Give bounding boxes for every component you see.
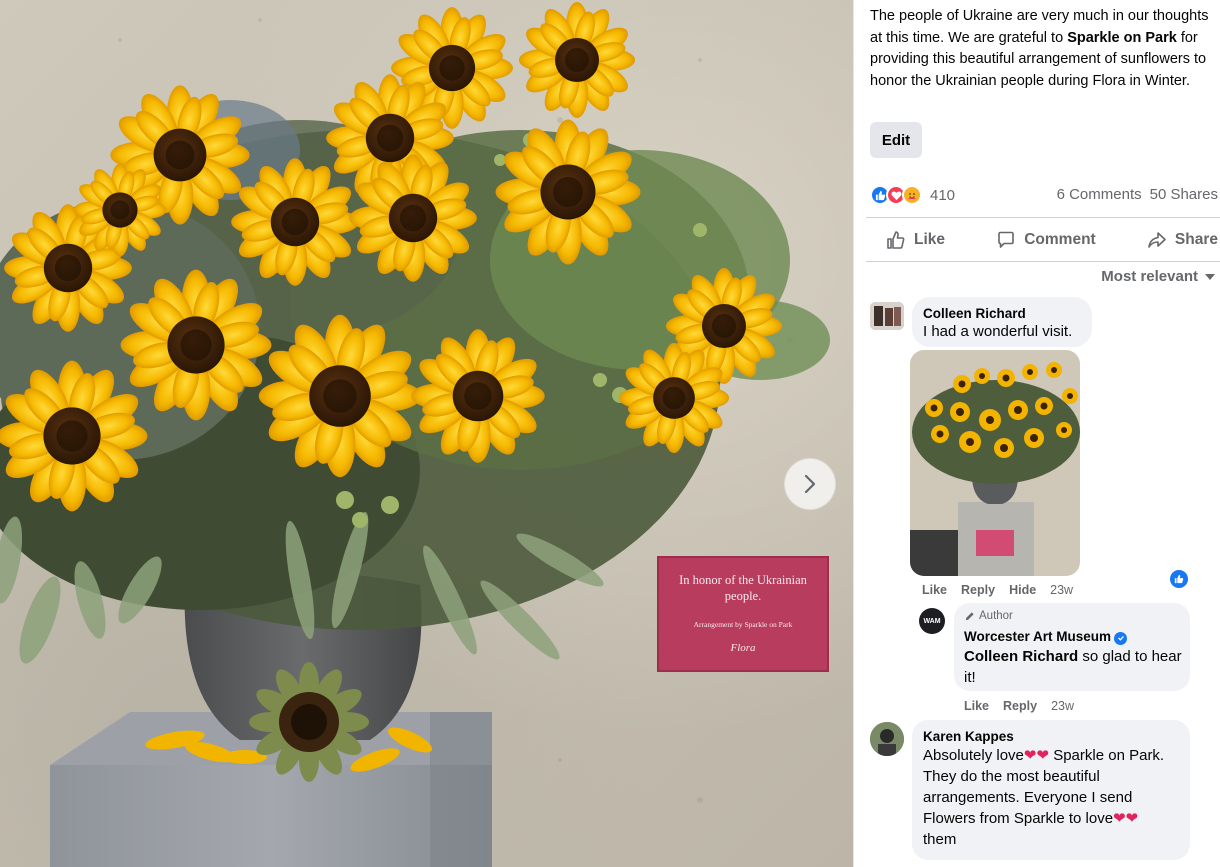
caret-down-icon — [1205, 273, 1215, 280]
reply-time[interactable]: 23w — [1051, 699, 1074, 713]
chevron-right-icon — [804, 474, 816, 494]
sunflower-arrangement-image — [0, 2, 830, 867]
comment-sort-dropdown[interactable]: Most relevant — [1101, 268, 1216, 285]
comment-bubble-icon — [998, 231, 1015, 248]
divider-top — [866, 217, 1220, 218]
comment-time[interactable]: 23w — [1050, 583, 1073, 597]
sign-line2: Arrangement by Sparkle on Park — [693, 620, 793, 629]
comment-like-link[interactable]: Like — [922, 583, 947, 597]
comment-photo[interactable] — [910, 350, 1080, 576]
share-arrow-icon — [1148, 232, 1166, 248]
reply-text: Colleen Richard so glad to hear it! — [964, 646, 1184, 688]
comment-bubble: Karen Kappes Absolutely love❤❤ Sparkle o… — [912, 720, 1190, 860]
next-photo-button[interactable] — [784, 458, 836, 510]
thumbs-up-icon — [887, 231, 905, 249]
commenter-name[interactable]: Karen Kappes — [923, 729, 1014, 744]
broken-heart-emoji-icon: ❤❤ — [1023, 747, 1050, 764]
post-details-panel: The people of Ukraine are very much in o… — [854, 0, 1220, 867]
comments-count-link[interactable]: 6 Comments — [1057, 186, 1142, 203]
museum-avatar[interactable]: WAM — [919, 608, 945, 634]
comment-action-button[interactable]: Comment — [996, 230, 1096, 250]
care-icon — [902, 185, 922, 205]
sign-line1: In honor of the Ukrainian people. — [679, 573, 807, 603]
comment-actions: Like Reply Hide 23w — [922, 583, 1073, 597]
share-action-button[interactable]: Share — [1147, 230, 1218, 250]
commenter-name[interactable]: Colleen Richard — [923, 306, 1026, 321]
post-photo[interactable]: In honor of the Ukrainian people. Arrang… — [0, 0, 853, 867]
share-label: Share — [1174, 231, 1218, 248]
comment-hide-link[interactable]: Hide — [1009, 583, 1036, 597]
post-actions: Like Comment Share — [866, 222, 1220, 258]
post-caption: The people of Ukraine are very much in o… — [870, 6, 1216, 92]
comment-text-part1: Absolutely love — [923, 747, 1024, 764]
reaction-count: 410 — [930, 186, 956, 204]
like-label: Like — [914, 231, 946, 248]
pencil-icon — [965, 611, 974, 620]
reply-author-text: Worcester Art Museum — [964, 629, 1112, 644]
edit-button[interactable]: Edit — [870, 122, 922, 158]
engagement-counts: 6 Comments 50 Shares — [1049, 186, 1218, 203]
reply-author-name[interactable]: Worcester Art Museum — [964, 629, 1128, 645]
verified-badge-icon — [1114, 631, 1128, 645]
comment-label: Comment — [1024, 231, 1096, 248]
avatar[interactable] — [870, 722, 904, 756]
like-icon — [1174, 574, 1184, 584]
author-badge: Author — [964, 610, 1013, 622]
comment-text: Absolutely love❤❤ Sparkle on Park. They … — [923, 745, 1173, 850]
author-badge-label: Author — [979, 610, 1013, 622]
comment-reply-link[interactable]: Reply — [961, 583, 995, 597]
divider-bottom — [866, 261, 1220, 262]
reply-reply-link[interactable]: Reply — [1003, 699, 1037, 713]
like-reaction-badge[interactable] — [1170, 570, 1188, 588]
museum-avatar-text: WAM — [923, 617, 941, 625]
comment-text-part3: them — [923, 831, 957, 848]
reply-mention-link[interactable]: Colleen Richard — [964, 648, 1078, 665]
comment-text: I had a wonderful visit. — [923, 323, 1073, 340]
reply-actions: Like Reply 23w — [964, 699, 1074, 713]
comment-bubble: Colleen Richard I had a wonderful visit. — [912, 297, 1092, 347]
like-action-button[interactable]: Like — [886, 230, 945, 250]
reaction-summary[interactable]: 410 — [870, 183, 955, 207]
reply-like-link[interactable]: Like — [964, 699, 989, 713]
shares-count-link[interactable]: 50 Shares — [1150, 186, 1218, 203]
avatar[interactable] — [870, 302, 904, 330]
reply-bubble: Author Worcester Art Museum Colleen Rich… — [954, 603, 1190, 691]
heart-emoji-icon: ❤❤ — [1113, 810, 1139, 827]
caption-mention-link[interactable]: Sparkle on Park — [1067, 30, 1177, 46]
sort-label: Most relevant — [1101, 268, 1198, 285]
sign-logo: Flora — [730, 642, 756, 654]
honor-sign: In honor of the Ukrainian people. Arrang… — [657, 556, 829, 672]
